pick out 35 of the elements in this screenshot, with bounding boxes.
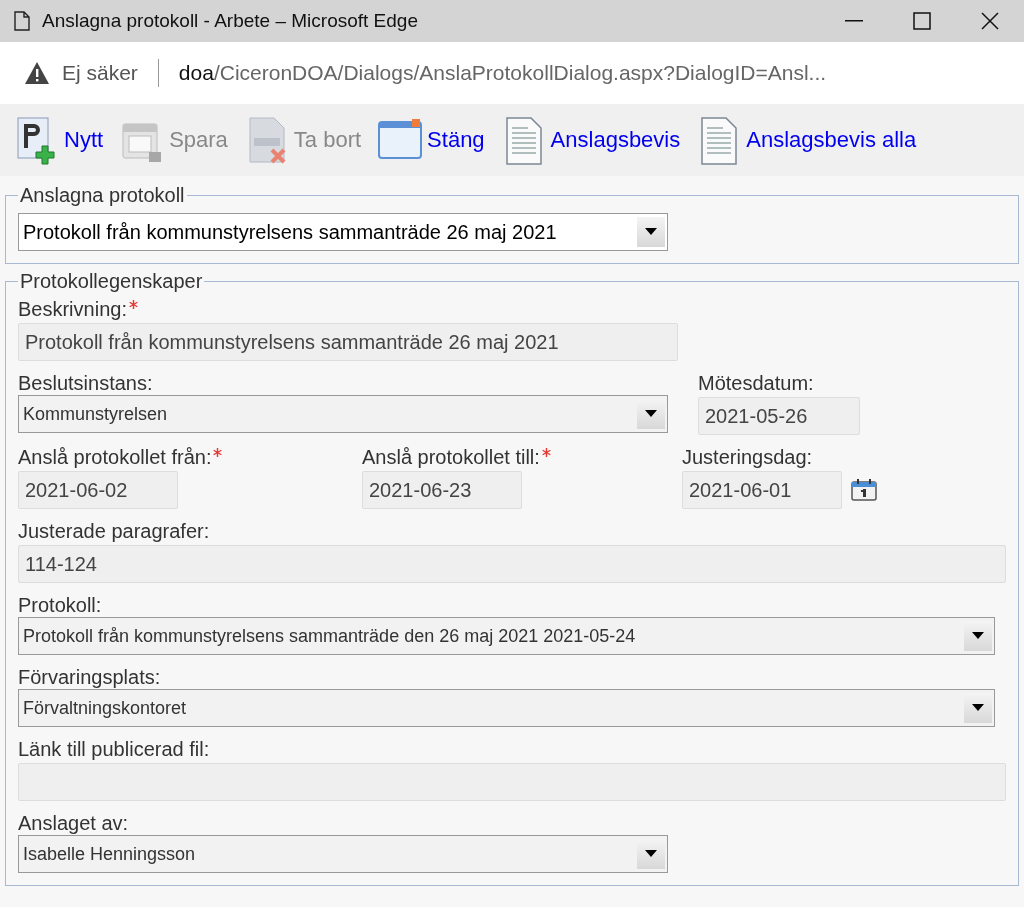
toolbar-button[interactable]: Stäng — [373, 114, 489, 166]
window-title: Anslagna protokoll - Arbete – Microsoft Edge — [42, 10, 419, 32]
caret-icon — [645, 850, 657, 858]
toolbar-button[interactable]: Anslagsbevis — [496, 114, 685, 166]
caret-icon — [972, 704, 984, 712]
minimize-icon — [845, 20, 863, 22]
required-icon — [541, 448, 551, 457]
required-icon — [213, 448, 223, 457]
field-label: Länk till publicerad fil: — [18, 737, 210, 761]
security-label[interactable]: Ej säker — [62, 61, 138, 85]
required-icon — [128, 300, 138, 309]
toolbar-button[interactable]: Anslagsbevis alla — [692, 114, 921, 166]
caret-icon — [645, 410, 657, 418]
warning-icon[interactable] — [24, 61, 50, 85]
field-label: Beslutsinstans: — [18, 371, 153, 395]
page-icon — [14, 11, 30, 31]
field-label: Anslå protokollet till: — [362, 445, 540, 469]
field-label: Förvaringsplats: — [18, 665, 161, 689]
field-label: Justeringsdag: — [682, 445, 813, 469]
group-title: Protokollegenskaper — [19, 270, 204, 293]
close-icon — [981, 12, 999, 30]
toolbar-button[interactable]: Nytt — [10, 114, 108, 166]
caret-icon — [972, 632, 984, 640]
field-label: Justerade paragrafer: — [18, 519, 210, 543]
url-text[interactable]: doa/CiceronDOA/Dialogs/AnslaProtokollDialog.aspx?DialogID=Ansl... — [178, 61, 827, 85]
field-label: Protokoll: — [18, 593, 102, 617]
field-label: Mötesdatum: — [698, 371, 814, 395]
caret-icon — [645, 228, 657, 236]
dropdown-button[interactable] — [637, 217, 665, 247]
group-title: Anslagna protokoll — [19, 184, 186, 207]
field-label: Beskrivning: — [18, 297, 127, 321]
dropdown-field[interactable]: Protokoll från kommunstyrelsens sammanträde 26 maj 2021 — [18, 213, 668, 251]
field-label: Anslå protokollet från: — [18, 445, 212, 469]
maximize-icon — [913, 12, 931, 30]
field-label: Anslaget av: — [18, 811, 129, 835]
